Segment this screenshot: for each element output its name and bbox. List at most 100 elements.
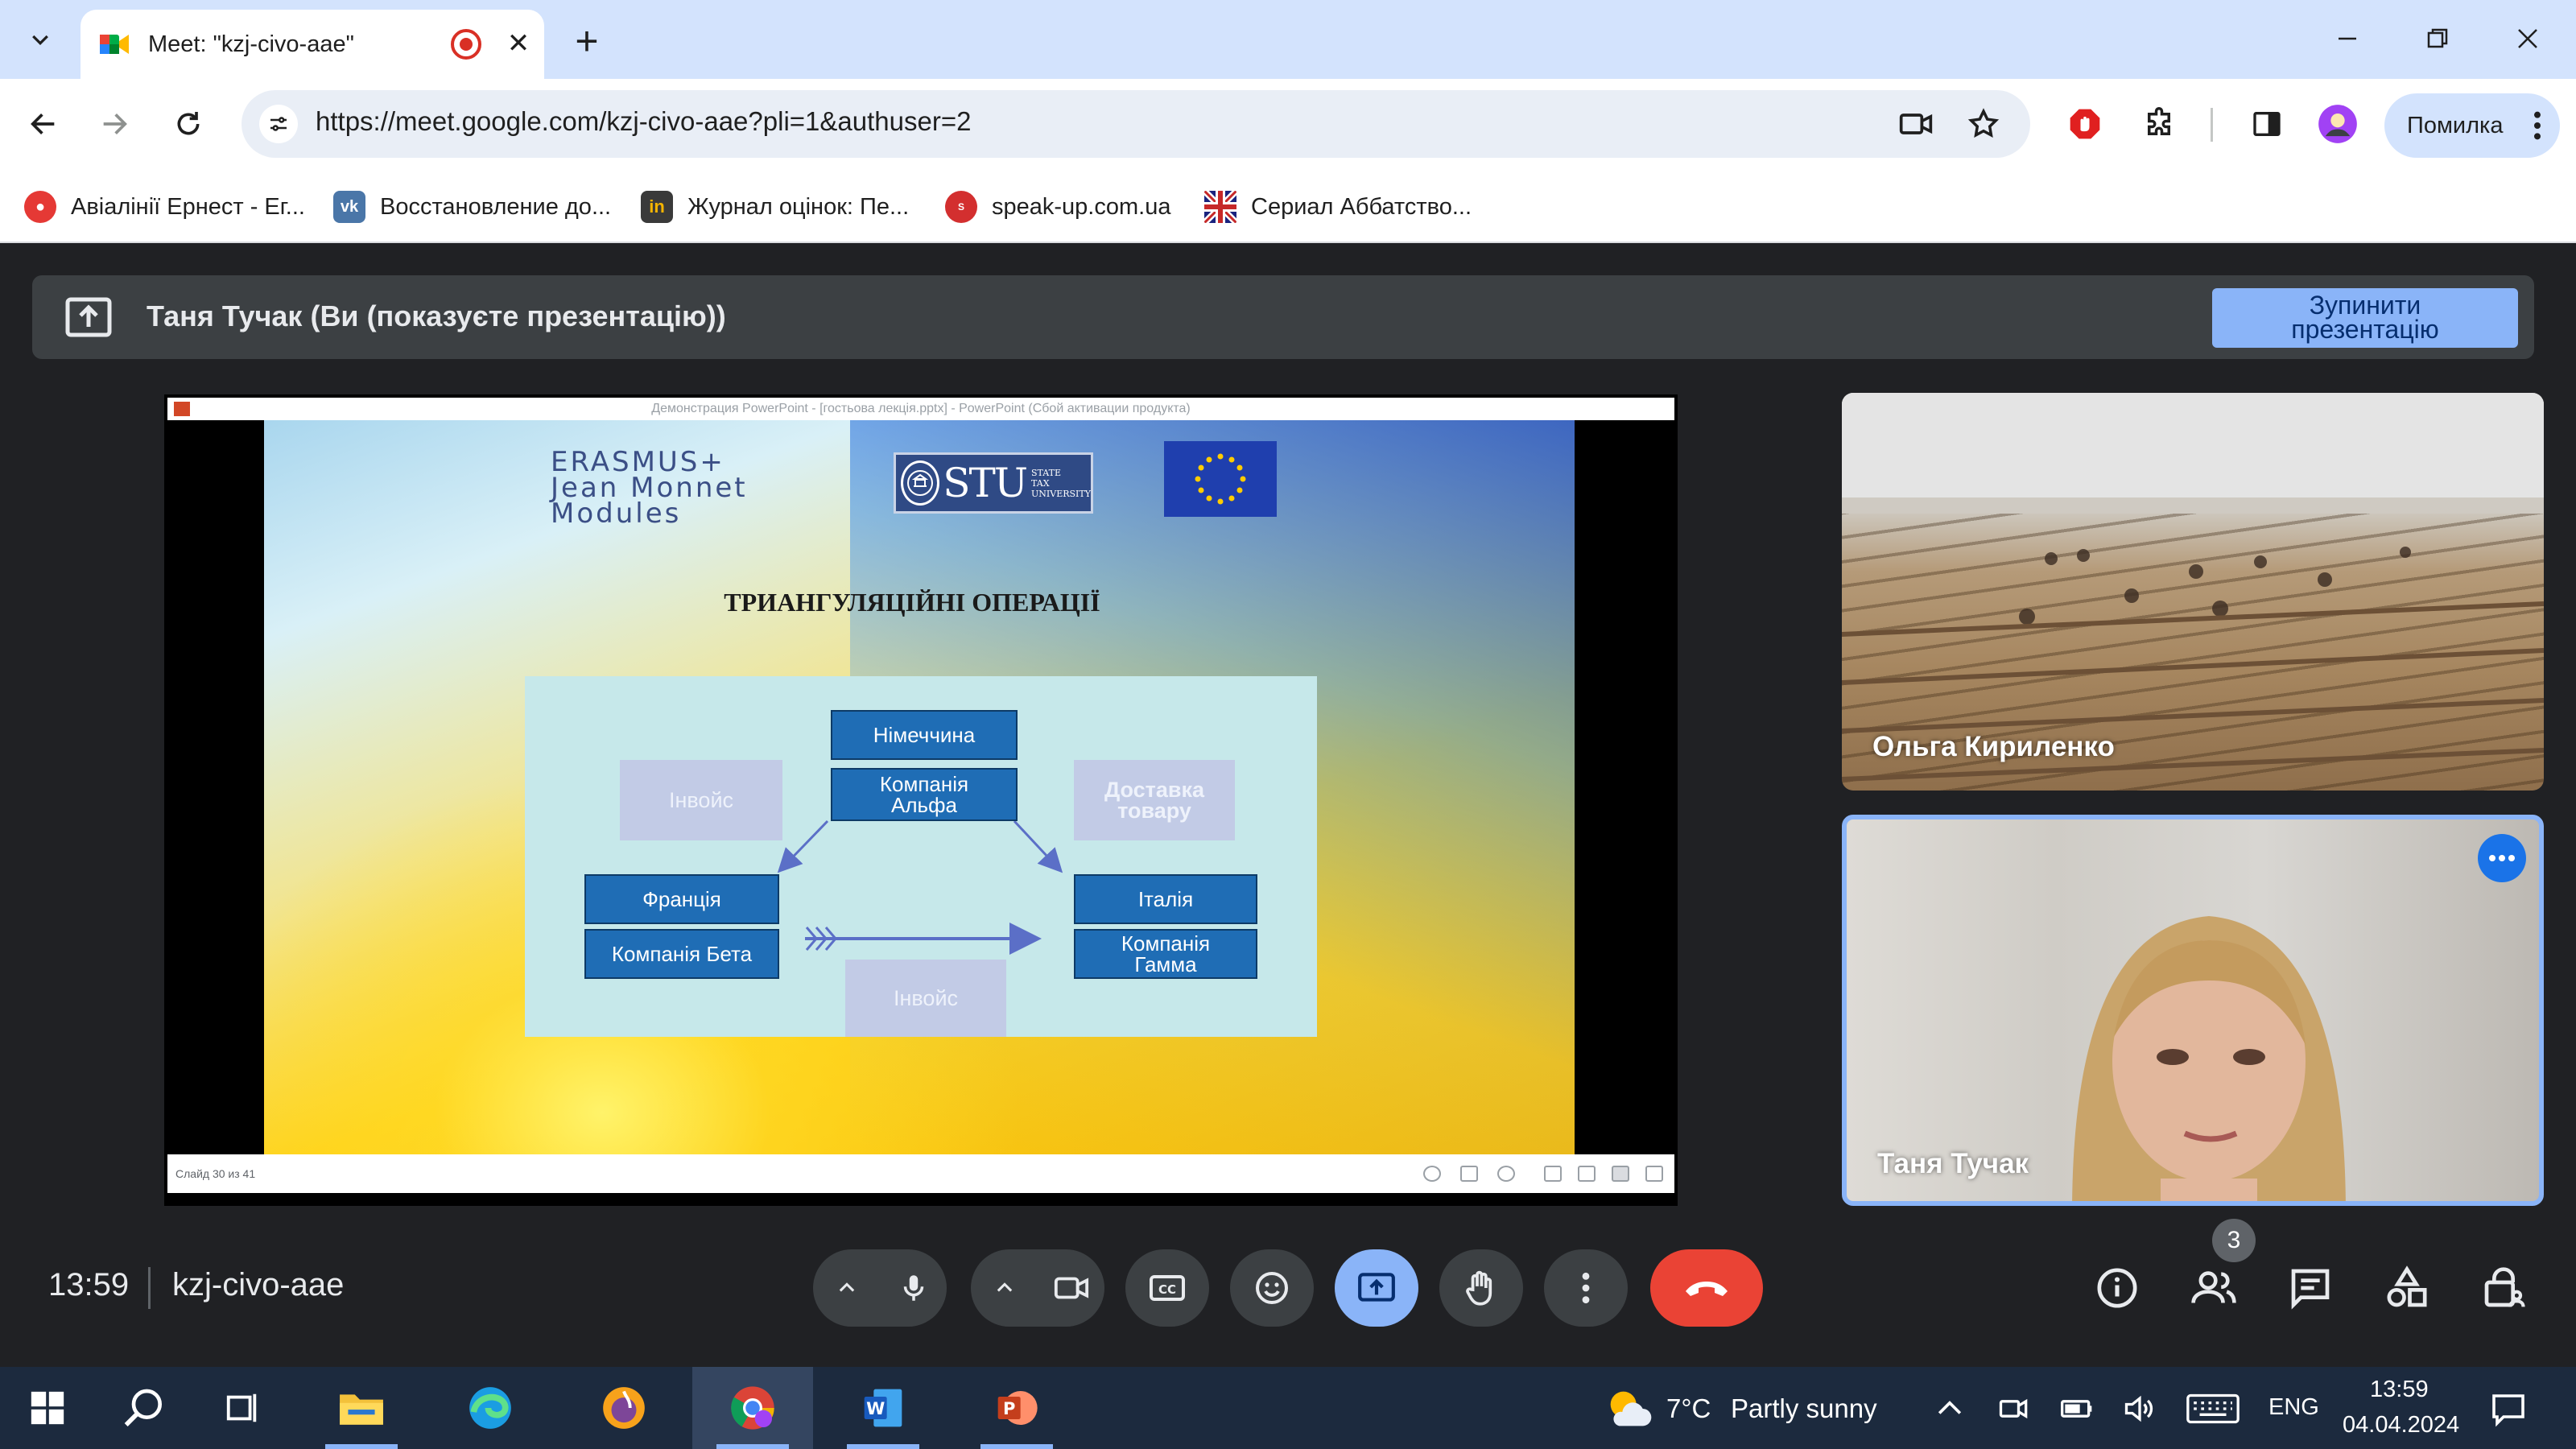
reactions-button[interactable] — [1230, 1249, 1314, 1327]
chrome-icon — [731, 1386, 774, 1430]
touch-keyboard-icon[interactable] — [2185, 1391, 2241, 1426]
weather-description[interactable]: Partly sunny — [1731, 1393, 1877, 1424]
reading-view-icon[interactable] — [1612, 1166, 1629, 1182]
more-options-button[interactable] — [1544, 1249, 1628, 1327]
captions-button[interactable]: CC — [1125, 1249, 1209, 1327]
bookmark-item[interactable]: Сериал Аббатство... — [1204, 187, 1472, 227]
taskbar-date[interactable]: 04.04.2024 — [2343, 1412, 2459, 1439]
windows-logo-icon — [31, 1391, 64, 1425]
url-text[interactable]: https://meet.google.com/kzj-civo-aae?pli… — [316, 106, 971, 137]
slideshow-icon[interactable] — [1645, 1166, 1663, 1182]
more-options-button[interactable] — [2478, 834, 2526, 882]
box-company-alpha: Компанія Альфа — [831, 768, 1018, 821]
host-controls-button[interactable] — [2478, 1262, 2529, 1314]
chevron-up-icon[interactable] — [1932, 1391, 1967, 1426]
adblock-extension-icon[interactable] — [2061, 100, 2109, 148]
new-tab-button[interactable]: + — [564, 18, 610, 64]
start-button[interactable] — [0, 1367, 95, 1449]
edge-app[interactable] — [430, 1367, 551, 1449]
participant-video — [2072, 916, 2346, 1201]
microphone-button[interactable] — [880, 1249, 947, 1327]
back-button[interactable] — [18, 98, 69, 150]
activities-button[interactable] — [2381, 1262, 2433, 1314]
tab-search-button[interactable] — [13, 14, 68, 66]
previous-slide-icon[interactable] — [1423, 1166, 1441, 1182]
raise-hand-button[interactable] — [1439, 1249, 1523, 1327]
participant-tile[interactable]: Ольга Кириленко — [1842, 393, 2544, 791]
camera-in-use-icon[interactable] — [1897, 105, 1935, 143]
forward-button[interactable] — [89, 98, 140, 150]
video-camera-icon — [1054, 1277, 1088, 1299]
chat-button[interactable] — [2285, 1262, 2336, 1314]
microphone-control[interactable] — [813, 1249, 947, 1327]
folder-icon — [340, 1394, 383, 1425]
close-window-button[interactable] — [2496, 14, 2560, 63]
shared-screen: Демонстрация PowerPoint - [гостьова лекц… — [164, 394, 1678, 1206]
self-participant-tile[interactable]: Таня Тучак — [1842, 815, 2544, 1206]
meeting-details-button[interactable] — [2091, 1262, 2143, 1314]
people-button[interactable] — [2188, 1262, 2240, 1314]
stop-presenting-button[interactable]: Зупинити презентацію — [2212, 288, 2518, 348]
microphone-icon — [903, 1275, 923, 1301]
side-panel-icon[interactable] — [2243, 100, 2291, 148]
slide-counter: Слайд 30 из 41 — [175, 1167, 256, 1180]
video-options-button[interactable] — [971, 1249, 1038, 1327]
stop-presenting-label: Зупинити — [2309, 291, 2421, 320]
weather-temperature[interactable]: 7°C — [1666, 1393, 1711, 1424]
task-view-button[interactable] — [195, 1367, 290, 1449]
present-now-button[interactable] — [1335, 1249, 1418, 1327]
powerpoint-app[interactable]: P — [956, 1367, 1077, 1449]
leave-call-button[interactable] — [1650, 1249, 1763, 1327]
camera-control[interactable] — [971, 1249, 1104, 1327]
tor-browser-app[interactable] — [564, 1367, 684, 1449]
chevron-up-icon — [839, 1282, 854, 1292]
extensions-puzzle-icon[interactable] — [2135, 100, 2183, 148]
tab-close-icon[interactable]: ✕ — [501, 26, 536, 61]
bookmark-star-icon[interactable] — [1964, 105, 2003, 143]
profile-avatar[interactable] — [2314, 100, 2362, 148]
minimize-button[interactable] — [2315, 14, 2380, 63]
notifications-icon[interactable] — [2489, 1389, 2528, 1428]
profile-error-chip[interactable]: Помилка — [2384, 93, 2560, 158]
restore-button[interactable] — [2405, 14, 2470, 63]
pause-icon[interactable] — [1460, 1166, 1478, 1182]
address-bar[interactable]: https://meet.google.com/kzj-civo-aae?pli… — [242, 90, 2030, 158]
battery-icon[interactable] — [2059, 1391, 2095, 1426]
input-language[interactable]: ENG — [2268, 1394, 2319, 1421]
slide-sorter-icon[interactable] — [1578, 1166, 1596, 1182]
bookmark-item[interactable]: in Журнал оцінок: Пе... — [641, 187, 909, 227]
taskbar-search-button[interactable] — [95, 1367, 195, 1449]
bookmark-item[interactable]: vk Восстановление до... — [333, 187, 611, 227]
minimize-icon — [2339, 37, 2356, 40]
bookmark-item[interactable]: S speak-up.com.ua — [945, 187, 1170, 227]
box-invoice-left: Інвойс — [620, 760, 782, 840]
browser-tab-meet[interactable]: Meet: "kzj-civo-aae" ✕ — [80, 10, 544, 79]
normal-view-icon[interactable] — [1544, 1166, 1562, 1182]
next-slide-icon[interactable] — [1497, 1166, 1515, 1182]
bookmark-label: speak-up.com.ua — [992, 193, 1171, 220]
bookmark-label: Сериал Аббатство... — [1251, 193, 1472, 220]
presenting-banner: Таня Тучак (Ви (показуєте презентацію)) … — [32, 275, 2534, 359]
weather-partly-sunny-icon[interactable] — [1602, 1383, 1653, 1435]
camera-button[interactable] — [1038, 1249, 1104, 1327]
tor-browser-icon — [603, 1387, 645, 1429]
more-horiz-icon — [2489, 855, 2515, 861]
triangulation-diagram: Німеччина Компанія Альфа Інвойс Доставка… — [525, 676, 1317, 1037]
kebab-menu-icon — [2534, 111, 2541, 140]
file-explorer-app[interactable] — [301, 1367, 422, 1449]
bookmark-item[interactable]: ● Авіалінії Ернест - Ег... — [24, 187, 305, 227]
chevron-up-icon — [997, 1282, 1012, 1292]
chrome-app[interactable] — [692, 1367, 813, 1449]
taskbar-time[interactable]: 13:59 — [2370, 1377, 2429, 1403]
chat-icon — [2291, 1269, 2330, 1310]
word-app[interactable]: W — [823, 1367, 943, 1449]
site-settings-icon[interactable] — [259, 105, 298, 143]
volume-icon[interactable] — [2122, 1391, 2157, 1426]
presenting-text: Таня Тучак (Ви (показуєте презентацію)) — [147, 299, 726, 332]
reload-button[interactable] — [163, 98, 214, 150]
meet-now-icon[interactable] — [1996, 1391, 2032, 1426]
box-company-gamma: Компанія Гамма — [1074, 929, 1257, 979]
participant-name: Таня Тучак — [1877, 1148, 2029, 1179]
eu-flag-icon — [1164, 441, 1277, 517]
audio-options-button[interactable] — [813, 1249, 880, 1327]
